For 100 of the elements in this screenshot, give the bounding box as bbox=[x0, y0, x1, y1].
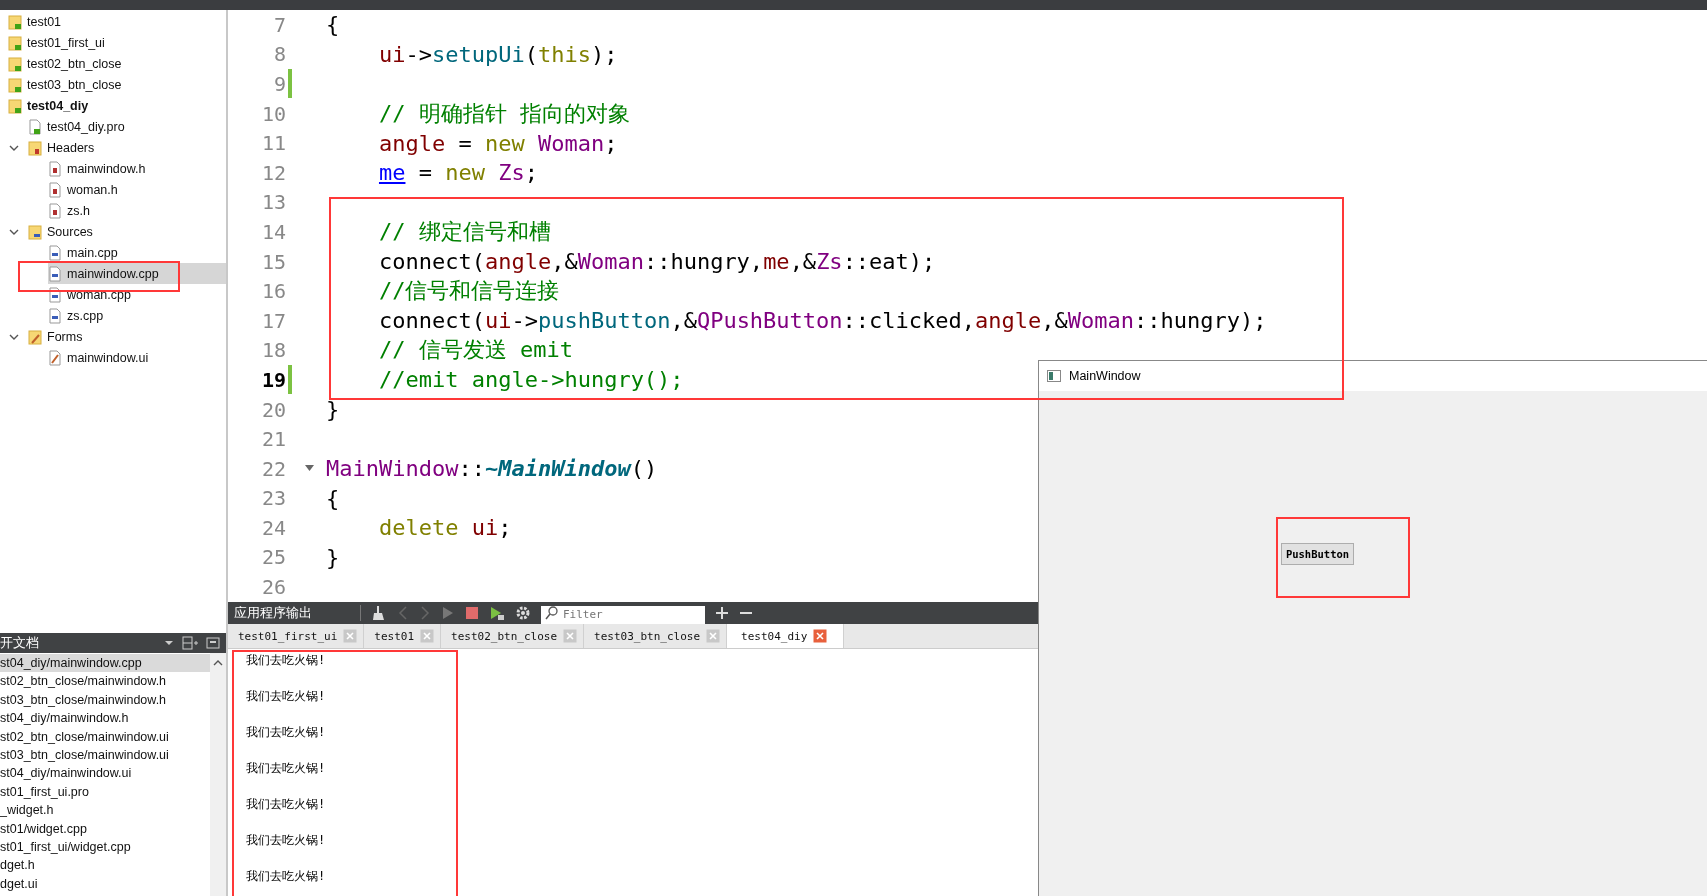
line-number: 22 bbox=[260, 456, 286, 481]
output-line: 我们去吃火锅! bbox=[246, 688, 327, 705]
dropdown-icon[interactable] bbox=[164, 638, 174, 648]
document-item[interactable]: st01/widget.cpp bbox=[0, 819, 210, 838]
window-title: MainWindow bbox=[1069, 369, 1141, 383]
tree-item[interactable]: mainwindow.h bbox=[48, 158, 226, 179]
panel-title: 应用程序输出 bbox=[234, 604, 313, 622]
project-folder-icon bbox=[8, 55, 22, 72]
tree-item[interactable]: zs.h bbox=[48, 200, 226, 221]
tree-item[interactable]: test02_btn_close bbox=[8, 53, 226, 74]
tab-label: test03_btn_close bbox=[594, 629, 701, 643]
fold-icon[interactable] bbox=[304, 465, 314, 473]
tab-label: test04_diy bbox=[741, 629, 808, 643]
tree-item[interactable]: woman.cpp bbox=[48, 284, 226, 305]
folder-icon bbox=[28, 223, 42, 240]
tree-item[interactable]: Headers bbox=[28, 137, 226, 158]
close-panel-icon[interactable] bbox=[206, 636, 220, 650]
tree-item[interactable]: test04_diy bbox=[8, 95, 226, 116]
tree-item[interactable]: test01_first_ui bbox=[8, 32, 226, 53]
tab-label: test02_btn_close bbox=[451, 629, 558, 643]
line-number: 13 bbox=[260, 190, 286, 215]
tree-item[interactable]: main.cpp bbox=[48, 242, 226, 263]
tab-label: test01 bbox=[374, 629, 415, 643]
code-line: MainWindow::~MainWindow() bbox=[326, 456, 658, 482]
output-line: 我们去吃火锅! bbox=[246, 724, 327, 741]
folder-icon bbox=[28, 328, 42, 345]
tree-item[interactable]: Forms bbox=[28, 326, 226, 347]
debug-run-icon[interactable] bbox=[489, 605, 505, 621]
tree-item[interactable]: woman.h bbox=[48, 179, 226, 200]
line-number: 14 bbox=[260, 219, 286, 244]
document-item[interactable]: st01_first_ui.pro bbox=[0, 782, 210, 802]
document-item[interactable]: st02_btn_close/mainwindow.ui bbox=[0, 727, 210, 746]
document-item[interactable]: _widget.h bbox=[0, 801, 210, 820]
line-number: 19 bbox=[260, 367, 286, 392]
code-line: } bbox=[326, 545, 340, 570]
code-line: connect(angle,&Woman::hungry,me,&Zs::eat); bbox=[377, 249, 936, 275]
split-icon[interactable] bbox=[182, 636, 198, 650]
line-number: 7 bbox=[272, 12, 286, 37]
scrollbar[interactable] bbox=[210, 653, 226, 896]
output-tab[interactable]: test04_diy bbox=[727, 624, 845, 648]
tree-item[interactable]: test04_diy.pro bbox=[28, 116, 226, 137]
search-icon bbox=[545, 606, 559, 620]
code-line: ui->setupUi(this); bbox=[377, 41, 618, 67]
document-item[interactable]: dget.ui bbox=[0, 874, 210, 894]
panel-title: 开文档 bbox=[0, 634, 40, 652]
push-button[interactable]: PushButton bbox=[1281, 543, 1354, 565]
project-folder-icon bbox=[8, 13, 22, 30]
line-number: 16 bbox=[260, 279, 286, 304]
scroll-up-icon[interactable] bbox=[213, 659, 223, 667]
close-icon[interactable] bbox=[813, 629, 828, 643]
source-file-icon bbox=[48, 265, 62, 282]
tree-item[interactable]: test03_btn_close bbox=[8, 74, 226, 95]
code-line: //emit angle->hungry(); bbox=[377, 367, 684, 393]
document-item[interactable]: st01_first_ui/widget.cpp bbox=[0, 837, 210, 857]
line-number: 25 bbox=[260, 545, 286, 570]
code-line: connect(ui->pushButton,&QPushButton::clicked,angle,&Woman::hungry); bbox=[377, 308, 1267, 334]
tree-item[interactable]: Sources bbox=[28, 221, 226, 242]
line-number: 21 bbox=[260, 427, 286, 452]
code-line: } bbox=[326, 397, 340, 422]
document-item[interactable]: st02_btn_close/mainwindow.h bbox=[0, 672, 210, 691]
document-item[interactable]: st04_diy/mainwindow.cpp bbox=[0, 654, 210, 673]
project-folder-icon bbox=[8, 97, 22, 114]
line-number: 15 bbox=[260, 249, 286, 274]
document-item[interactable]: st04_diy/mainwindow.ui bbox=[0, 764, 210, 783]
plus-icon[interactable] bbox=[715, 606, 729, 620]
output-line: 我们去吃火锅! bbox=[246, 760, 327, 777]
document-item[interactable]: st04_diy/mainwindow.h bbox=[0, 709, 210, 728]
window-icon bbox=[1047, 370, 1061, 382]
tree-item[interactable]: mainwindow.ui bbox=[48, 347, 226, 368]
source-file-icon bbox=[48, 244, 62, 261]
code-line: { bbox=[326, 12, 340, 38]
output-line: 我们去吃火锅! bbox=[246, 832, 327, 849]
line-number: 23 bbox=[260, 486, 286, 511]
form-file-icon bbox=[48, 349, 62, 366]
code-line: angle = new Woman; bbox=[377, 130, 618, 156]
line-number: 8 bbox=[272, 42, 286, 67]
project-folder-icon bbox=[8, 76, 22, 93]
tree-item[interactable]: zs.cpp bbox=[48, 305, 226, 326]
line-number: 26 bbox=[260, 575, 286, 600]
settings-icon[interactable] bbox=[515, 605, 531, 621]
project-file-icon bbox=[28, 118, 42, 135]
stop-icon[interactable] bbox=[465, 606, 479, 620]
filter-field[interactable]: Filter bbox=[541, 605, 705, 624]
line-number: 24 bbox=[260, 515, 286, 540]
header-file-icon bbox=[48, 202, 62, 219]
code-line: //信号和信号连接 bbox=[377, 277, 560, 306]
source-file-icon bbox=[48, 286, 62, 303]
line-number: 18 bbox=[260, 338, 286, 363]
output-line: 我们去吃火锅! bbox=[246, 652, 327, 669]
document-item[interactable]: st03_btn_close/mainwindow.h bbox=[0, 690, 210, 710]
code-line: // 信号发送 emit bbox=[377, 336, 573, 365]
line-number: 17 bbox=[260, 308, 286, 333]
project-folder-icon bbox=[8, 34, 22, 51]
broom-icon[interactable] bbox=[371, 605, 387, 621]
line-number: 10 bbox=[260, 101, 286, 126]
document-item[interactable]: dget.h bbox=[0, 856, 210, 875]
tree-item[interactable]: mainwindow.cpp bbox=[48, 263, 226, 284]
tree-item[interactable]: test01 bbox=[8, 11, 226, 32]
line-number: 20 bbox=[260, 397, 286, 422]
document-item[interactable]: st03_btn_close/mainwindow.ui bbox=[0, 745, 210, 765]
